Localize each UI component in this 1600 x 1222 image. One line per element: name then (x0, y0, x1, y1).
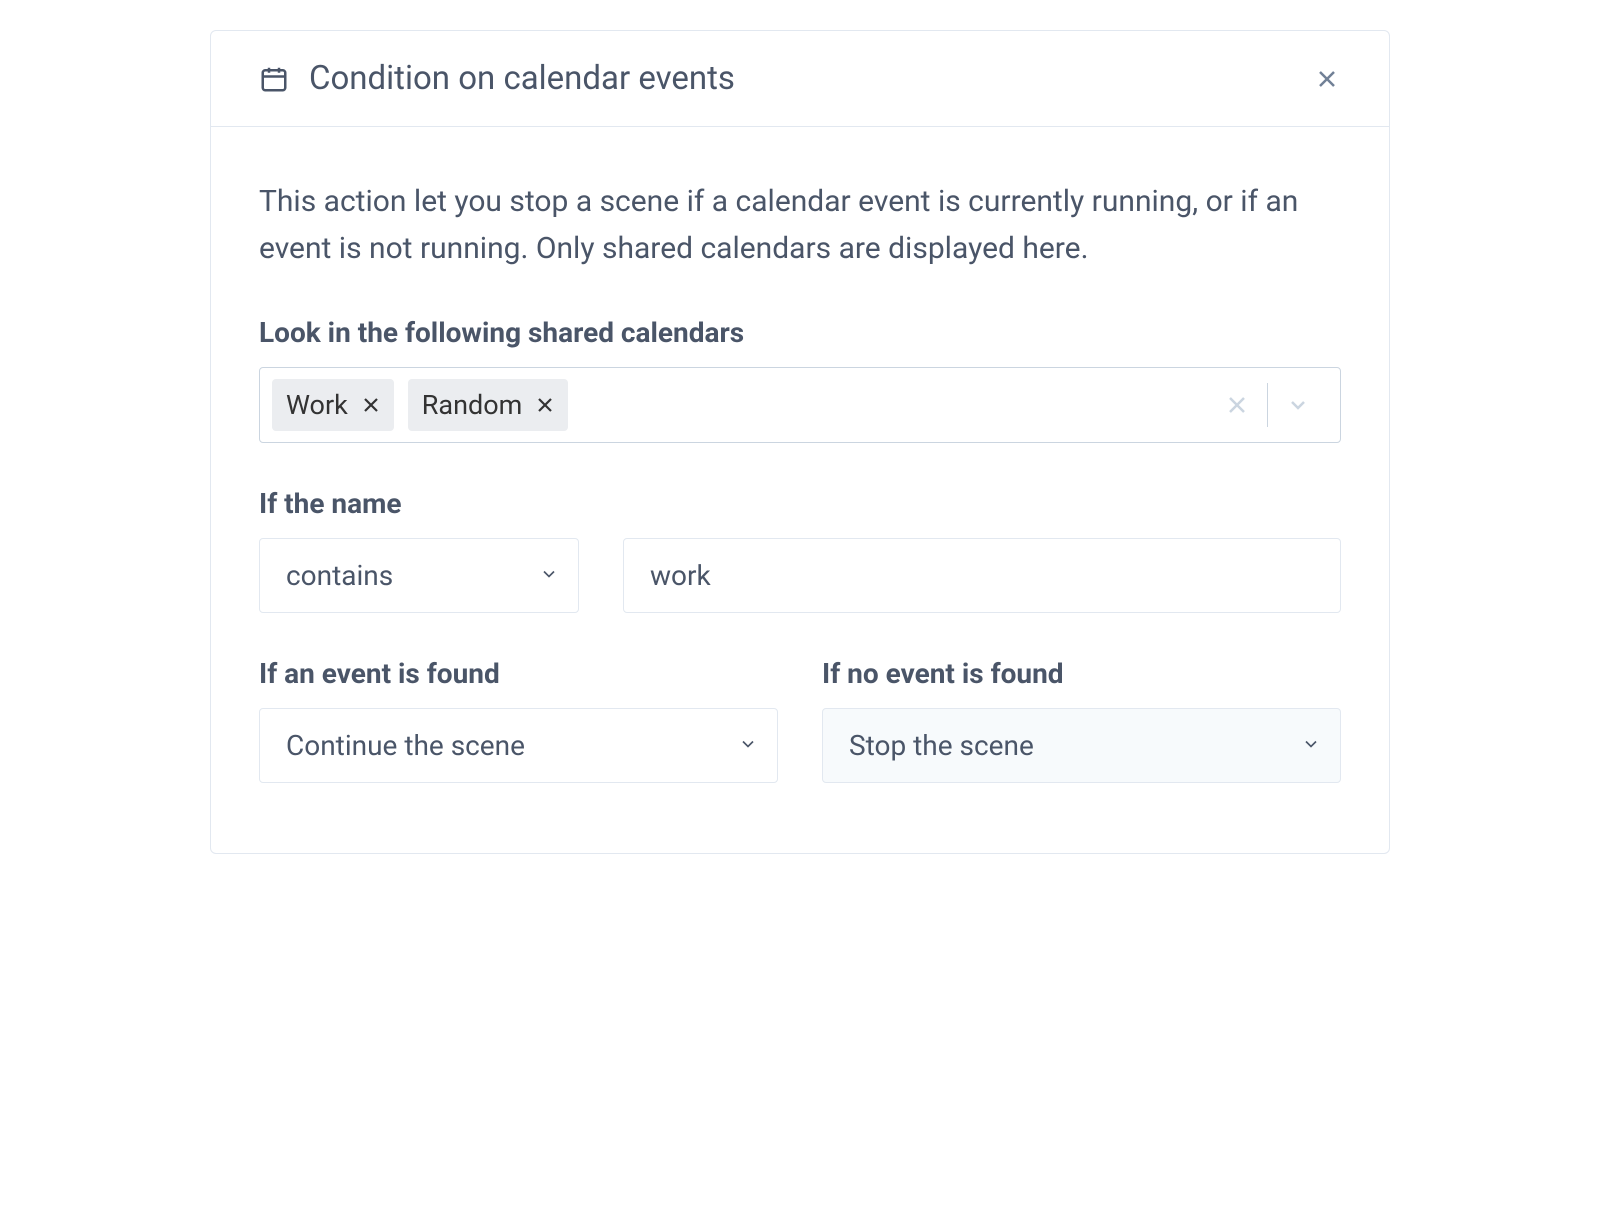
calendar-tag: Work (272, 379, 394, 431)
calendar-tag: Random (408, 379, 569, 431)
tags-container: Work Random (272, 379, 1207, 431)
header-left: Condition on calendar events (259, 59, 735, 98)
calendars-multiselect[interactable]: Work Random (259, 367, 1341, 443)
card-title: Condition on calendar events (309, 59, 735, 98)
calendar-icon (259, 64, 289, 94)
multiselect-actions (1207, 383, 1328, 427)
close-button[interactable] (1313, 65, 1341, 93)
condition-card: Condition on calendar events This action… (210, 30, 1390, 854)
tag-label: Work (286, 389, 348, 421)
event-found-wrapper: Continue the scene (259, 708, 778, 783)
dropdown-toggle[interactable] (1268, 393, 1328, 417)
event-not-found-label: If no event is found (822, 657, 1341, 690)
card-body: This action let you stop a scene if a ca… (211, 127, 1389, 853)
result-row: If an event is found Continue the scene … (259, 657, 1341, 783)
tag-remove-button[interactable] (536, 396, 554, 414)
description-text: This action let you stop a scene if a ca… (259, 179, 1341, 272)
card-header: Condition on calendar events (211, 31, 1389, 127)
name-filter-row: contains (259, 538, 1341, 613)
tag-label: Random (422, 389, 523, 421)
event-found-label: If an event is found (259, 657, 778, 690)
event-found-select[interactable]: Continue the scene (259, 708, 778, 783)
name-filter-label: If the name (259, 487, 1341, 520)
name-value-input[interactable] (623, 538, 1341, 613)
calendars-label: Look in the following shared calendars (259, 316, 1341, 349)
event-not-found-select[interactable]: Stop the scene (822, 708, 1341, 783)
event-not-found-col: If no event is found Stop the scene (822, 657, 1341, 783)
clear-all-button[interactable] (1207, 393, 1267, 417)
tag-remove-button[interactable] (362, 396, 380, 414)
event-not-found-wrapper: Stop the scene (822, 708, 1341, 783)
name-operator-select[interactable]: contains (259, 538, 579, 613)
name-operator-wrapper: contains (259, 538, 579, 613)
event-found-col: If an event is found Continue the scene (259, 657, 778, 783)
